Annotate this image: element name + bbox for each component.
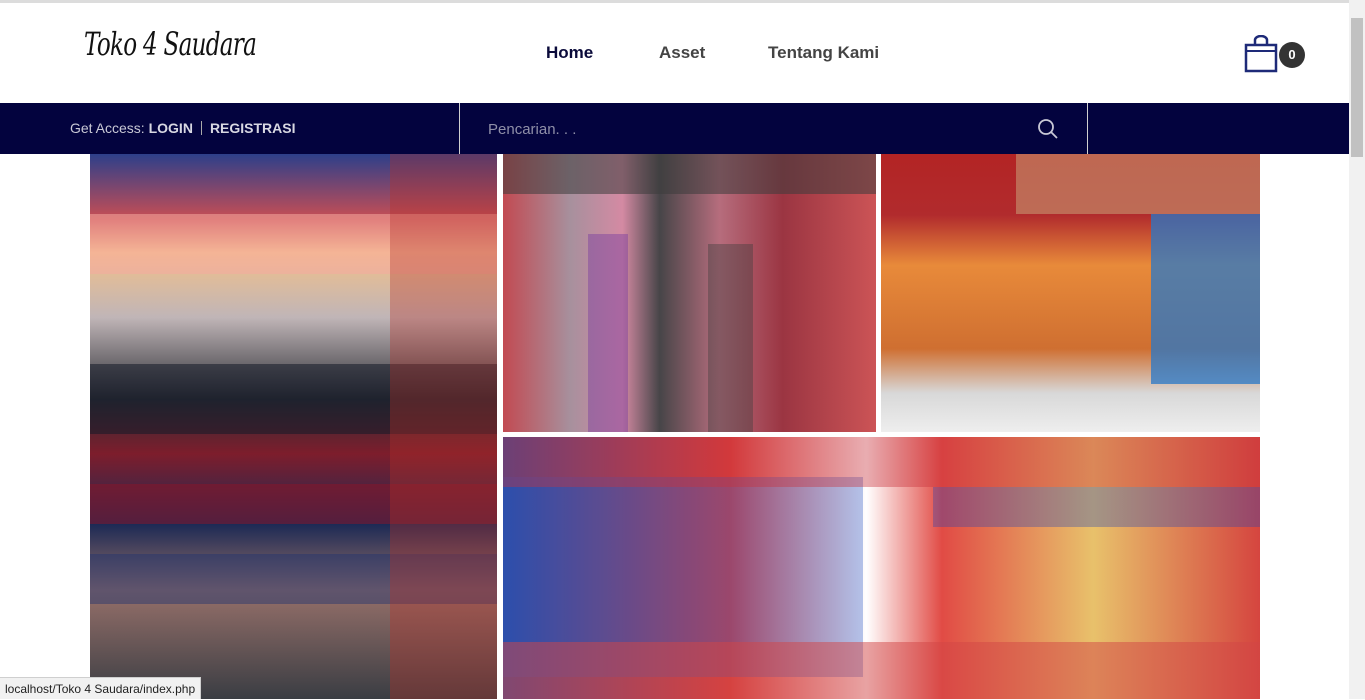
patterned-mattress-photo [503,437,1260,699]
search-icon[interactable] [1037,118,1059,145]
login-link[interactable]: LOGIN [149,120,193,136]
access-prefix: Get Access: [70,120,145,136]
access-search-bar: Get Access: LOGIN REGISTRASI [0,103,1349,154]
nav-home[interactable]: Home [546,43,593,63]
rolled-mats-photo [503,154,876,432]
cart-count-badge: 0 [1279,42,1305,68]
access-divider [200,121,202,135]
access-links: Get Access: LOGIN REGISTRASI [70,120,296,136]
search-box [459,103,1088,154]
search-input[interactable] [486,117,1010,141]
nav-asset[interactable]: Asset [659,43,705,63]
shopping-bag-icon[interactable] [1243,34,1279,73]
folding-mattress-photo [881,154,1260,432]
status-bar-url: localhost/Toko 4 Saudara/index.php [0,677,202,699]
site-header: Toko 4 Saudara Home Asset Tentang Kami 0 [0,3,1349,103]
scrollbar-thumb[interactable] [1351,18,1363,157]
register-link[interactable]: REGISTRASI [210,120,296,136]
nav-tentang-kami[interactable]: Tentang Kami [768,43,879,63]
site-logo[interactable]: Toko 4 Saudara [84,25,257,63]
mattress-stack-photo [90,154,497,699]
